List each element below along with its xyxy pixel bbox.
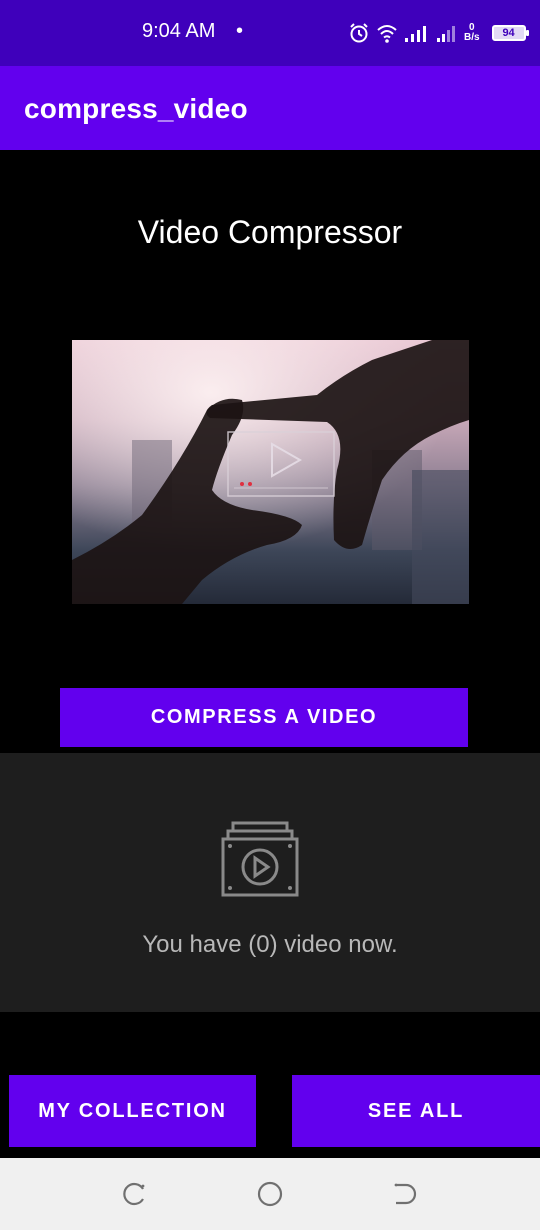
- hero-image: [72, 340, 469, 604]
- video-stack-icon: [221, 821, 299, 902]
- network-speed: 0 B/s: [464, 22, 480, 43]
- signal-icon: [404, 23, 430, 43]
- status-bar: 9:04 AM • 0 B/s 94: [0, 0, 540, 66]
- recent-apps-icon[interactable]: [121, 1180, 149, 1208]
- status-time: 9:04 AM: [142, 20, 216, 42]
- app-bar: compress_video: [0, 66, 540, 150]
- app-title: compress_video: [24, 93, 248, 124]
- status-icons: 0 B/s 94: [348, 20, 529, 46]
- battery-indicator: 94: [491, 25, 529, 41]
- back-icon[interactable]: [390, 1180, 418, 1208]
- see-all-button[interactable]: SEE ALL: [292, 1075, 540, 1147]
- notification-dot: •: [236, 20, 244, 42]
- home-icon[interactable]: [256, 1180, 284, 1208]
- signal-icon: [436, 23, 458, 43]
- page-title: Video Compressor: [137, 214, 403, 250]
- my-collection-button[interactable]: MY COLLECTION: [9, 1075, 256, 1147]
- alarm-icon: [348, 22, 370, 44]
- empty-state-message: You have (0) video now.: [142, 931, 398, 958]
- compress-video-button[interactable]: COMPRESS A VIDEO: [60, 688, 468, 747]
- video-list-panel: You have (0) video now.: [0, 753, 540, 1012]
- system-nav-bar: [0, 1158, 540, 1230]
- wifi-icon: [376, 23, 398, 43]
